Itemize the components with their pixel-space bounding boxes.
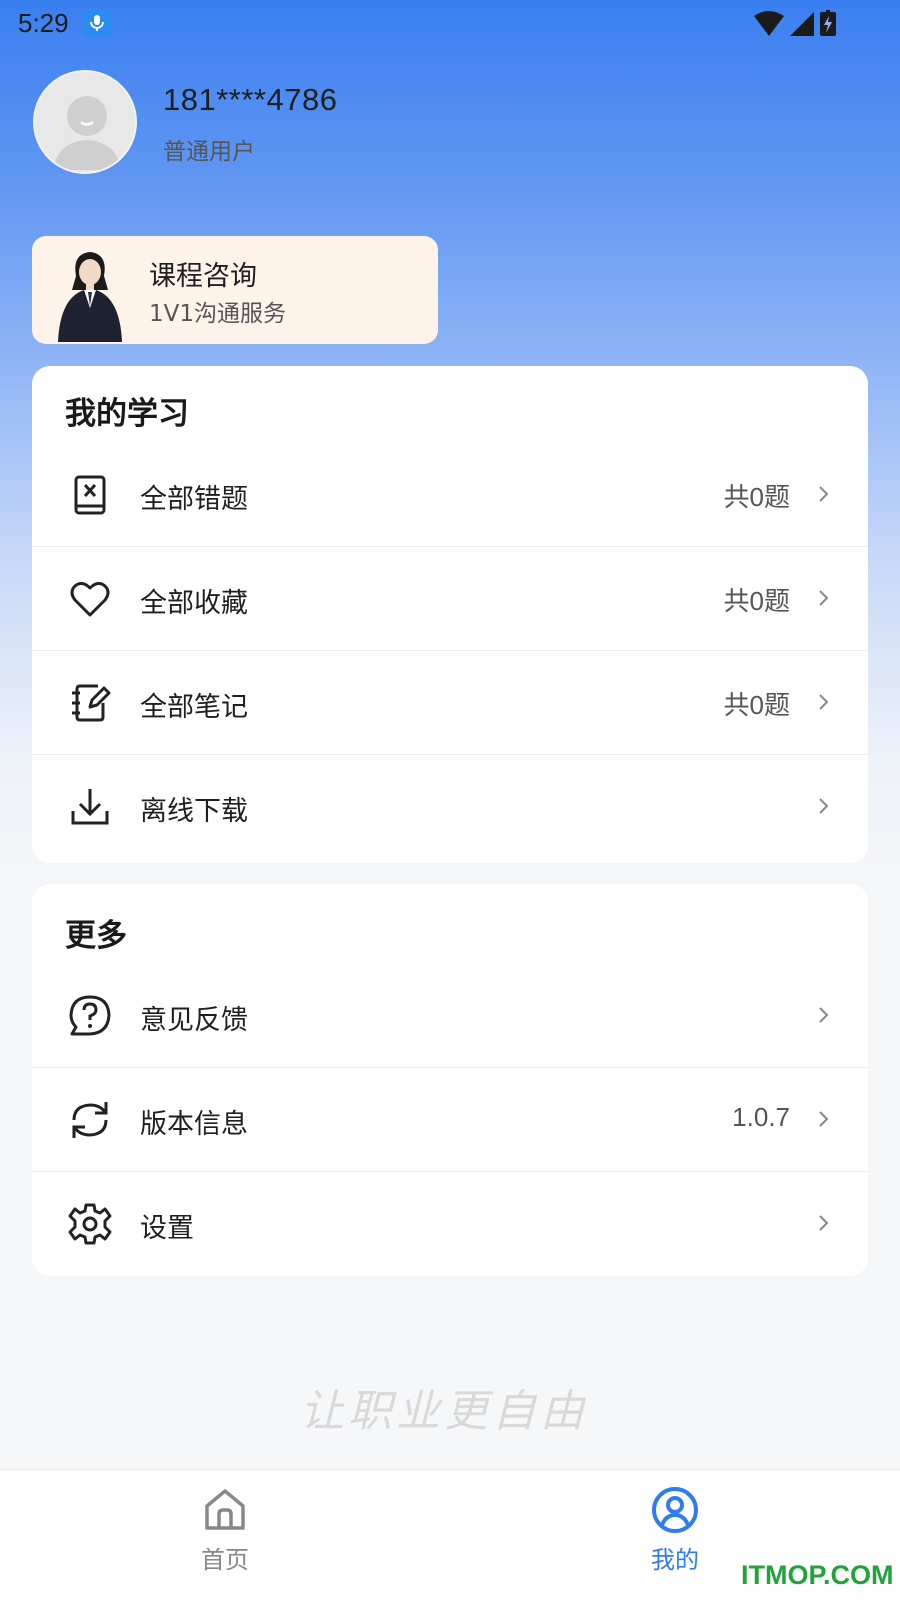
- notebook-edit-icon: [68, 681, 112, 725]
- tab-mine-label: 我的: [651, 1546, 699, 1574]
- wifi-icon: [754, 11, 784, 36]
- wrong-question-book-icon: [68, 473, 112, 517]
- refresh-icon: [68, 1098, 112, 1142]
- status-icons: [752, 8, 852, 40]
- course-consult-card[interactable]: 课程咨询 1V1沟通服务: [32, 236, 438, 344]
- consult-subtitle: 1V1沟通服务: [149, 301, 287, 327]
- chevron-right-icon: [816, 1210, 832, 1236]
- row-label: 全部收藏: [140, 588, 248, 619]
- row-offline-download[interactable]: 离线下载: [32, 755, 868, 859]
- chevron-right-icon: [816, 1106, 832, 1132]
- chevron-right-icon: [816, 689, 832, 715]
- chevron-right-icon: [816, 481, 832, 507]
- mic-icon: [82, 9, 112, 37]
- row-count: 共0题: [723, 482, 790, 512]
- consultant-photo: [54, 246, 126, 342]
- consult-title: 课程咨询: [149, 261, 257, 292]
- avatar[interactable]: [33, 70, 137, 174]
- user-phone: 181****4786: [163, 82, 338, 117]
- tab-home[interactable]: 首页: [165, 1486, 285, 1586]
- tab-mine[interactable]: 我的: [615, 1486, 735, 1586]
- row-label: 设置: [140, 1213, 194, 1244]
- row-label: 全部错题: [140, 484, 248, 515]
- row-label: 全部笔记: [140, 692, 248, 723]
- row-settings[interactable]: 设置: [32, 1172, 868, 1276]
- row-label: 离线下载: [140, 796, 248, 827]
- row-count: 共0题: [723, 690, 790, 720]
- user-type: 普通用户: [163, 139, 255, 165]
- row-feedback[interactable]: 意见反馈: [32, 964, 868, 1068]
- tab-home-label: 首页: [201, 1546, 249, 1574]
- slogan: 让职业更自由: [300, 1386, 588, 1437]
- signal-icon: [790, 12, 814, 36]
- download-icon: [68, 785, 112, 829]
- user-circle-icon: [651, 1486, 699, 1534]
- row-label: 意见反馈: [140, 1005, 248, 1036]
- more-card: 更多 意见反馈 版本信息 1.0.7 设置: [32, 884, 868, 1276]
- battery-charging-icon: [820, 10, 836, 36]
- heart-icon: [68, 577, 112, 621]
- feedback-question-icon: [68, 994, 112, 1038]
- my-study-card: 我的学习 全部错题 共0题 全部收藏 共0题 全部笔记 共0题 离线下载: [32, 366, 868, 863]
- chevron-right-icon: [816, 793, 832, 819]
- my-study-title: 我的学习: [65, 396, 189, 432]
- more-title: 更多: [65, 918, 127, 954]
- row-count: 共0题: [723, 586, 790, 616]
- gear-icon: [68, 1202, 112, 1246]
- watermark: ITMOP.COM: [741, 1560, 894, 1590]
- row-label: 版本信息: [140, 1109, 248, 1140]
- chevron-right-icon: [816, 1002, 832, 1028]
- chevron-right-icon: [816, 585, 832, 611]
- status-bar: 5:29: [0, 0, 900, 48]
- status-time: 5:29: [18, 8, 69, 38]
- row-notes[interactable]: 全部笔记 共0题: [32, 651, 868, 755]
- home-icon: [201, 1486, 249, 1534]
- row-favorites[interactable]: 全部收藏 共0题: [32, 547, 868, 651]
- row-version-info[interactable]: 版本信息 1.0.7: [32, 1068, 868, 1172]
- version-number: 1.0.7: [732, 1102, 790, 1132]
- row-wrong-questions[interactable]: 全部错题 共0题: [32, 443, 868, 547]
